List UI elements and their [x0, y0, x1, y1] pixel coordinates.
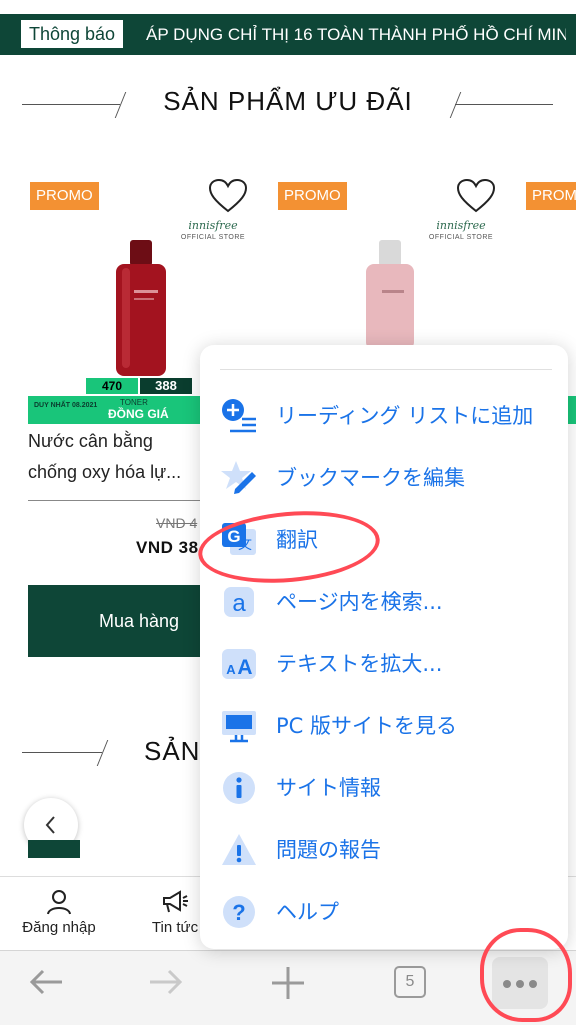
- brand-logo: innisfree OFFICIAL STORE: [428, 219, 494, 242]
- nav-login[interactable]: Đăng nhập: [14, 887, 104, 947]
- price: VND 38: [136, 538, 199, 557]
- new-tab-plus-icon[interactable]: [270, 965, 306, 1001]
- find-in-page-icon: a: [224, 587, 254, 617]
- reading-list-add-icon: [222, 399, 256, 433]
- section-title-promo: SẢN PHẨM ƯU ĐÃI: [163, 86, 413, 116]
- banner-old-price: 470: [86, 378, 138, 394]
- tab-count-button[interactable]: 5: [394, 966, 426, 998]
- warning-icon: [222, 834, 256, 865]
- megaphone-icon: [163, 890, 188, 913]
- menu-item-label: PC 版サイトを見る: [276, 714, 458, 738]
- banner-deal: ĐỒNG GIÁ: [108, 407, 169, 421]
- heart-icon[interactable]: [208, 178, 248, 214]
- menu-divider: [220, 369, 552, 370]
- nav-login-label: Đăng nhập: [22, 919, 96, 936]
- heading-rule-left: [22, 752, 102, 753]
- menu-item-desktop-site[interactable]: PC 版サイトを見る: [200, 695, 568, 757]
- help-icon: ?: [223, 896, 255, 928]
- menu-item-site-info[interactable]: サイト情報: [200, 757, 568, 819]
- nav-news-label: Tin tức: [151, 919, 199, 936]
- banner-new-price: 388: [140, 378, 192, 394]
- menu-item-label: ブックマークを編集: [276, 466, 465, 490]
- svg-text:a: a: [232, 590, 246, 617]
- banner-tag: TONER: [120, 398, 148, 407]
- product-image[interactable]: [360, 240, 420, 350]
- user-icon: [47, 890, 71, 915]
- product-image[interactable]: [108, 240, 174, 380]
- announcement-badge: Thông báo: [20, 19, 125, 49]
- forward-arrow-icon[interactable]: [148, 967, 184, 997]
- browser-action-menu: リーディング リストに追加 ブックマークを編集 文 G 翻訳 a ページ内を検索…: [200, 345, 568, 949]
- svg-text:A: A: [226, 662, 236, 677]
- bookmark-edit-icon: [221, 461, 256, 494]
- desktop-site-icon: [222, 711, 256, 743]
- announcement-message[interactable]: ÁP DỤNG CHỈ THỊ 16 TOÀN THÀNH PHỐ HỒ CHÍ…: [146, 14, 566, 55]
- svg-text:?: ?: [232, 900, 245, 925]
- brand-logo: innisfree OFFICIAL STORE: [180, 219, 246, 242]
- svg-text:A: A: [237, 656, 252, 679]
- promo-badge: PROMO: [526, 182, 576, 210]
- menu-item-label: リーディング リストに追加: [276, 404, 534, 428]
- menu-item-text-zoom[interactable]: A A テキストを拡大...: [200, 633, 568, 695]
- heading-slash-left: [96, 740, 109, 766]
- menu-item-edit-bookmark[interactable]: ブックマークを編集: [200, 447, 568, 509]
- menu-item-label: ヘルプ: [276, 900, 339, 924]
- chevron-left-icon: [45, 816, 55, 834]
- section-title: SẢN: [144, 736, 201, 766]
- product-card[interactable]: PROMO innisfree OFFICIAL STORE: [276, 170, 498, 350]
- annotation-circle-more-button: [480, 928, 572, 1022]
- promo-badge: PROMO: [278, 182, 347, 210]
- heart-icon[interactable]: [456, 178, 496, 214]
- heading-rule-right: [455, 104, 553, 105]
- back-arrow-icon[interactable]: [28, 967, 64, 997]
- old-price: VND 4: [156, 515, 198, 531]
- promo-badge: PROMO: [30, 182, 99, 210]
- banner-period: DUY NHẤT 08.2021: [34, 402, 98, 409]
- announcement-bar[interactable]: Thông báo ÁP DỤNG CHỈ THỊ 16 TOÀN THÀNH …: [0, 14, 576, 55]
- menu-item-report-issue[interactable]: 問題の報告: [200, 819, 568, 881]
- menu-item-reading-list[interactable]: リーディング リストに追加: [200, 385, 568, 447]
- menu-item-label: 問題の報告: [276, 838, 381, 862]
- info-icon: [223, 772, 255, 804]
- text-zoom-icon: A A: [222, 649, 256, 679]
- menu-item-label: テキストを拡大...: [276, 652, 443, 676]
- menu-item-label: サイト情報: [276, 776, 381, 800]
- hidden-button-edge: [28, 840, 80, 858]
